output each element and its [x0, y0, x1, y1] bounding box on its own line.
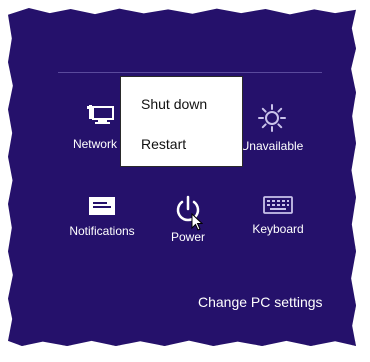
brightness-label: Unavailable	[240, 139, 304, 153]
mouse-pointer-icon	[191, 213, 203, 231]
power-options-menu: Shut down Restart	[120, 76, 243, 167]
notifications-tile[interactable]: Notifications	[62, 194, 142, 238]
network-label: Network	[72, 137, 117, 151]
settings-charm-panel: Network 3 Unavailable Notif	[8, 8, 356, 346]
notifications-icon	[89, 197, 115, 215]
menu-item-restart[interactable]: Restart	[141, 136, 186, 152]
keyboard-icon	[263, 196, 293, 214]
keyboard-tile[interactable]: Keyboard	[238, 194, 318, 236]
power-tile[interactable]: Power	[148, 194, 228, 244]
network-monitor-icon	[87, 105, 114, 124]
keyboard-label: Keyboard	[252, 222, 304, 236]
brightness-tile[interactable]: Unavailable	[232, 103, 312, 153]
notifications-label: Notifications	[69, 224, 135, 238]
menu-item-shut-down[interactable]: Shut down	[141, 96, 207, 112]
divider	[58, 72, 322, 73]
power-label: Power	[170, 230, 205, 244]
change-pc-settings-link[interactable]: Change PC settings	[198, 294, 323, 310]
brightness-icon	[258, 104, 286, 132]
